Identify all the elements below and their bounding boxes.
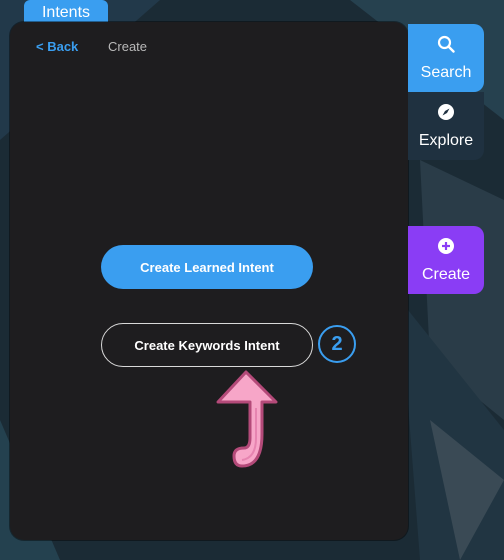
create-label: Create [421, 265, 471, 283]
tab-intents-label: Intents [41, 4, 91, 21]
plus-circle-icon [437, 237, 455, 260]
up-arrow-icon [216, 370, 278, 468]
compass-icon [437, 103, 455, 126]
breadcrumb-current: Create [108, 39, 148, 54]
step-number-badge: 2 [318, 325, 356, 363]
search-button[interactable]: Search [408, 24, 484, 92]
create-learned-intent-button[interactable]: Create Learned Intent [101, 245, 313, 289]
back-link[interactable]: < Back [36, 39, 78, 54]
explore-label: Explore [418, 131, 474, 149]
explore-button[interactable]: Explore [408, 92, 484, 160]
search-label: Search [420, 63, 472, 81]
create-button[interactable]: Create [408, 226, 484, 294]
create-keywords-intent-button[interactable]: Create Keywords Intent [101, 323, 313, 367]
search-icon [437, 35, 455, 58]
